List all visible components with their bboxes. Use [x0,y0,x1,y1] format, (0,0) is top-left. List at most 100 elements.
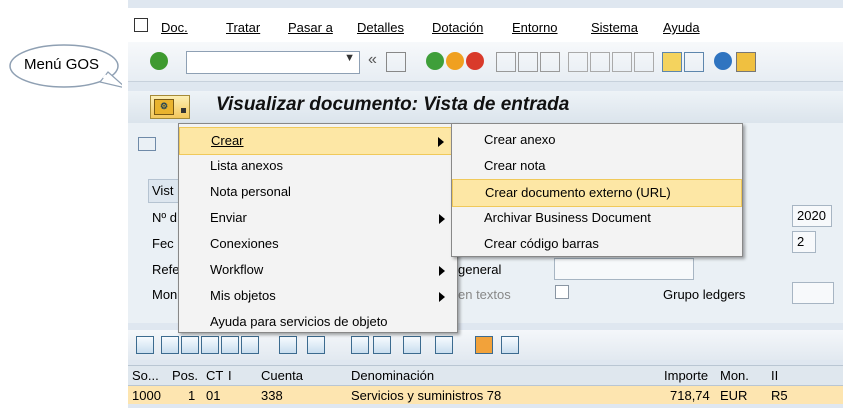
column-header-position[interactable]: Pos. [172,368,198,383]
menu-detalles[interactable]: Detalles [357,20,404,35]
save-icon[interactable] [386,52,406,72]
crear-submenu: Crear anexo Crear nota Crear documento e… [451,123,743,257]
find-next-grid-icon[interactable] [221,336,239,354]
gos-context-menu: Crear Lista anexos Nota personal Enviar … [178,123,458,333]
menu-item-nota-personal[interactable]: Nota personal [179,179,457,205]
dropdown-indicator-icon [181,108,186,113]
next-page-icon[interactable] [612,52,632,72]
cell-position: 1 [188,388,196,403]
submenu-item-archivar-label: Archivar Business Document [484,210,651,225]
menu-item-nota-personal-label: Nota personal [210,184,291,199]
menu-ayuda[interactable]: Ayuda [663,20,700,35]
previous-page-icon[interactable] [590,52,610,72]
menu-item-mis-objetos-label: Mis objetos [210,288,276,303]
column-header-description[interactable]: Denominación [351,368,434,383]
submenu-item-crear-codigo-barras[interactable]: Crear código barras [452,231,742,257]
shortcut-icon[interactable] [684,52,704,72]
tab-vista-label: Vist [152,183,174,198]
menu-item-lista-anexos[interactable]: Lista anexos [179,153,457,179]
sort-ascending-icon[interactable] [161,336,179,354]
menu-exit-icon[interactable] [134,18,148,32]
find-grid-icon[interactable] [201,336,219,354]
menu-item-crear-label: Crear [211,133,244,148]
submenu-item-crear-nota-label: Crear nota [484,158,546,173]
info-icon[interactable] [501,336,519,354]
menu-bar: Doc. Tratar Pasar a Detalles Dotación En… [128,8,843,42]
submenu-arrow-icon [439,266,445,276]
submenu-item-crear-nota[interactable]: Crear nota [452,153,742,179]
export-icon[interactable] [373,336,391,354]
submenu-arrow-icon [439,292,445,302]
menu-doc[interactable]: Doc. [161,20,188,35]
column-header-amount[interactable]: Importe [664,368,708,383]
title-bar: ⚙ Visualizar documento: Vista de entrada [128,91,843,123]
menu-item-lista-anexos-label: Lista anexos [210,158,283,173]
menu-item-conexiones-label: Conexiones [210,236,279,251]
new-session-icon[interactable] [662,52,682,72]
column-header-account[interactable]: Cuenta [261,368,303,383]
cell-ii: R5 [771,388,788,403]
menu-item-ayuda-servicios[interactable]: Ayuda para servicios de objeto [179,309,457,335]
help-icon[interactable] [714,52,732,70]
subtotal-icon[interactable] [307,336,325,354]
exit-icon[interactable] [446,52,464,70]
menu-entorno[interactable]: Entorno [512,20,558,35]
graphic-icon[interactable] [475,336,493,354]
last-page-icon[interactable] [634,52,654,72]
label-reference: Refe [152,262,180,277]
menu-item-mis-objetos[interactable]: Mis objetos [179,283,457,309]
menu-sistema[interactable]: Sistema [591,20,638,35]
command-field[interactable]: ▼ [186,51,360,74]
cell-currency: EUR [720,388,748,403]
submenu-item-crear-documento-externo[interactable]: Crear documento externo (URL) [452,179,742,207]
cancel-icon[interactable] [466,52,484,70]
back-arrows-icon[interactable]: « [368,51,377,69]
ledger-field[interactable] [554,258,694,280]
column-header-i[interactable]: I [228,368,232,383]
callout-label: Menú GOS [24,56,100,73]
details-icon[interactable] [136,336,154,354]
column-header-ii[interactable]: II [771,368,778,383]
enter-check-icon[interactable] [150,52,168,70]
column-header-company[interactable]: So... [132,368,159,383]
command-dropdown-icon[interactable]: ▼ [344,52,355,64]
menu-dotacion[interactable]: Dotación [432,20,483,35]
layout-grid-icon[interactable] [435,336,453,354]
submenu-item-archivar-business-document[interactable]: Archivar Business Document [452,205,742,231]
submenu-item-crear-anexo[interactable]: Crear anexo [452,127,742,153]
column-header-currency[interactable]: Mon. [720,368,749,383]
display-glasses-icon[interactable] [138,137,156,151]
filter-icon[interactable] [241,336,259,354]
table-row[interactable]: 1000 1 01 338 Servicios y suministros 78… [128,386,843,404]
period-field[interactable]: 2 [792,231,816,253]
find-icon[interactable] [518,52,538,72]
gos-menu-button[interactable]: ⚙ [150,95,190,119]
column-header-ct[interactable]: CT [206,368,223,383]
find-next-icon[interactable] [540,52,560,72]
total-icon[interactable] [279,336,297,354]
menu-pasar-a[interactable]: Pasar a [288,20,333,35]
grupo-ledgers-field[interactable] [792,282,834,304]
menu-item-workflow[interactable]: Workflow [179,257,457,283]
print-preview-icon[interactable] [351,336,369,354]
period-value: 2 [797,234,805,249]
first-page-icon[interactable] [568,52,588,72]
layout-icon[interactable] [736,52,756,72]
sort-descending-icon[interactable] [181,336,199,354]
cell-ct: 01 [206,388,221,403]
label-date: Fec [152,236,174,251]
submenu-item-crear-codigo-barras-label: Crear código barras [484,236,599,251]
cell-account: 338 [261,388,283,403]
fiscal-year-field[interactable]: 2020 [792,205,832,227]
grupo-ledgers-label: Grupo ledgers [663,287,746,302]
back-icon[interactable] [426,52,444,70]
standard-toolbar: ▼ « [128,42,843,82]
views-icon[interactable] [403,336,421,354]
menu-tratar[interactable]: Tratar [226,20,260,35]
menu-item-enviar[interactable]: Enviar [179,205,457,231]
en-textos-checkbox[interactable] [555,285,569,299]
cell-company: 1000 [132,388,161,403]
menu-item-crear[interactable]: Crear [179,127,457,155]
print-icon[interactable] [496,52,516,72]
menu-item-conexiones[interactable]: Conexiones [179,231,457,257]
